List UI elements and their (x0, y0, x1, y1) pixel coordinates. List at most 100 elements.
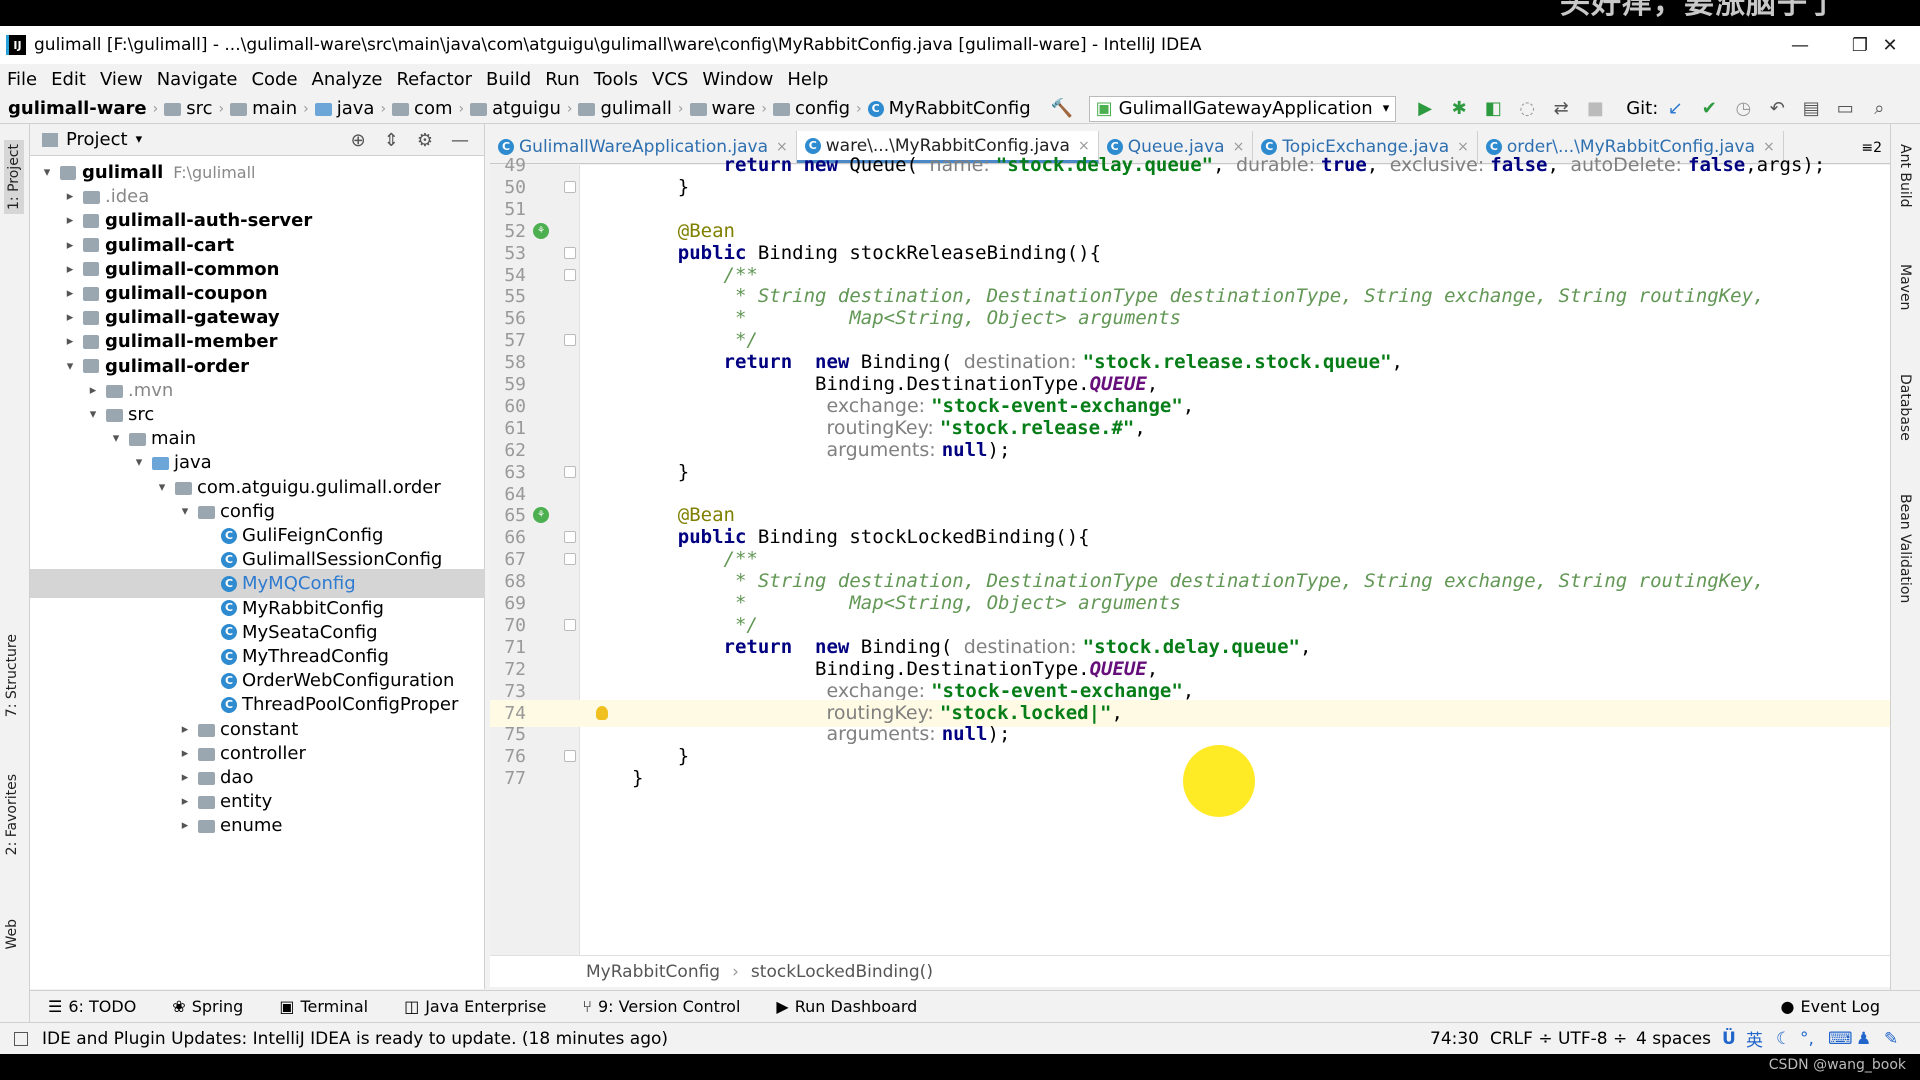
menu-item-tools[interactable]: Tools (587, 69, 645, 90)
project-panel-title[interactable]: Project (66, 129, 128, 150)
menu-item-code[interactable]: Code (244, 69, 304, 90)
nav-crumb[interactable]: config (772, 98, 850, 119)
layout-icon[interactable]: ▭ (1834, 98, 1856, 119)
collapse-all-icon[interactable]: ⇕ (384, 130, 399, 151)
history-icon[interactable]: ◷ (1732, 98, 1754, 119)
nav-crumb[interactable]: atguigu (470, 98, 561, 119)
menu-item-refactor[interactable]: Refactor (389, 69, 479, 90)
locate-icon[interactable]: ⊕ (351, 130, 366, 151)
run-icon[interactable]: ▶ (1414, 98, 1436, 119)
expanded-arrow-icon[interactable]: ▾ (38, 165, 56, 180)
collapsed-arrow-icon[interactable]: ▸ (176, 794, 194, 809)
maven-tool-button[interactable]: Maven (1897, 264, 1913, 310)
nav-crumb[interactable]: ware (689, 98, 755, 119)
nav-crumb[interactable]: gulimall (578, 98, 672, 119)
collapsed-arrow-icon[interactable]: ▸ (176, 722, 194, 737)
bean-validation-tool-button[interactable]: Bean Validation (1897, 494, 1913, 603)
collapsed-arrow-icon[interactable]: ▸ (176, 818, 194, 833)
fold-icon[interactable] (564, 553, 576, 566)
search-icon[interactable]: ⌕ (1868, 98, 1890, 119)
ime-language[interactable]: 英 (1746, 1026, 1763, 1051)
ant-build-tool-button[interactable]: Ant Build (1897, 144, 1913, 208)
expanded-arrow-icon[interactable]: ▾ (84, 407, 102, 422)
tool-window-button[interactable]: ☰ 6: TODO (48, 997, 136, 1016)
menu-item-file[interactable]: File (0, 69, 44, 90)
nav-crumb[interactable]: main (230, 98, 297, 119)
expanded-arrow-icon[interactable]: ▾ (107, 431, 125, 446)
breadcrumb-class[interactable]: MyRabbitConfig (586, 962, 720, 982)
nav-crumb[interactable]: C MyRabbitConfig (867, 98, 1031, 119)
file-encoding[interactable]: UTF-8 ÷ (1558, 1029, 1627, 1049)
project-structure-icon[interactable]: ▤ (1800, 98, 1822, 119)
status-square-icon[interactable] (14, 1031, 28, 1046)
fold-icon[interactable] (564, 531, 576, 544)
indent-setting[interactable]: 4 spaces (1636, 1029, 1711, 1049)
tool-window-button[interactable]: ◫ Java Enterprise (404, 997, 546, 1016)
tree-item[interactable]: ▸ enume (30, 811, 485, 840)
nav-crumb[interactable]: com (392, 98, 453, 119)
menu-item-vcs[interactable]: VCS (645, 69, 695, 90)
fold-icon[interactable] (564, 334, 576, 347)
minimize-icon[interactable]: — (1770, 26, 1830, 64)
fold-icon[interactable] (564, 246, 576, 259)
nav-crumb[interactable]: gulimall-ware (8, 98, 147, 119)
expanded-arrow-icon[interactable]: ▾ (153, 480, 171, 495)
tool-window-button[interactable]: ▶ Run Dashboard (776, 997, 917, 1016)
code-editor[interactable]: ▷ 49 return new Queue( name: "stock.dela… (490, 154, 1890, 955)
stop-icon[interactable]: ■ (1584, 98, 1606, 119)
breadcrumb-method[interactable]: stockLockedBinding() (751, 962, 933, 982)
collapsed-arrow-icon[interactable]: ▸ (61, 262, 79, 277)
expanded-arrow-icon[interactable]: ▾ (130, 455, 148, 470)
fold-icon[interactable] (564, 618, 576, 631)
chevron-down-icon[interactable]: ▾ (136, 132, 143, 147)
hide-icon[interactable]: — (451, 130, 469, 151)
collapsed-arrow-icon[interactable]: ▸ (61, 213, 79, 228)
menu-item-run[interactable]: Run (538, 69, 587, 90)
menu-item-view[interactable]: View (93, 69, 150, 90)
expanded-arrow-icon[interactable]: ▾ (61, 359, 79, 374)
nav-crumb[interactable]: src (164, 98, 213, 119)
debug-icon[interactable]: ✱ (1448, 98, 1470, 119)
tool-window-button[interactable]: ❀ Spring (172, 997, 243, 1016)
profile-icon[interactable]: ◌ (1516, 98, 1538, 119)
collapsed-arrow-icon[interactable]: ▸ (176, 746, 194, 761)
collapsed-arrow-icon[interactable]: ▸ (61, 286, 79, 301)
gear-icon[interactable]: ⚙ (417, 130, 433, 151)
fold-icon[interactable] (564, 750, 576, 763)
event-log-button[interactable]: ● Event Log (1781, 997, 1880, 1016)
collapsed-arrow-icon[interactable]: ▸ (61, 310, 79, 325)
run-config-select[interactable]: ▣ GulimallGatewayApplication ▾ (1088, 95, 1397, 122)
cursor-position[interactable]: 74:30 (1430, 1029, 1479, 1049)
web-tool-button[interactable]: Web (4, 919, 20, 950)
menu-item-window[interactable]: Window (695, 69, 780, 90)
line-separator[interactable]: CRLF ÷ (1490, 1029, 1553, 1049)
tool-window-button[interactable]: ▣ Terminal (279, 997, 368, 1016)
hammer-icon[interactable]: 🔨 (1051, 98, 1073, 119)
rollback-icon[interactable]: ↶ (1766, 98, 1788, 119)
menu-item-analyze[interactable]: Analyze (305, 69, 390, 90)
expanded-arrow-icon[interactable]: ▾ (176, 504, 194, 519)
structure-tool-button[interactable]: 7: Structure (4, 634, 20, 717)
lightbulb-icon[interactable] (596, 705, 608, 720)
bean-icon[interactable]: ⚘ (533, 222, 549, 239)
nav-crumb[interactable]: java (314, 98, 374, 119)
collapsed-arrow-icon[interactable]: ▸ (84, 383, 102, 398)
tool-window-button[interactable]: ⑂ 9: Version Control (582, 997, 740, 1016)
menu-item-edit[interactable]: Edit (44, 69, 93, 90)
fold-icon[interactable] (564, 180, 576, 193)
menu-item-navigate[interactable]: Navigate (150, 69, 245, 90)
attach-icon[interactable]: ⇄ (1550, 98, 1572, 119)
menu-item-help[interactable]: Help (780, 69, 835, 90)
fold-icon[interactable] (564, 268, 576, 281)
vcs-commit-icon[interactable]: ✔ (1698, 98, 1720, 119)
collapsed-arrow-icon[interactable]: ▸ (61, 189, 79, 204)
database-tool-button[interactable]: Database (1897, 374, 1913, 441)
coverage-icon[interactable]: ◧ (1482, 98, 1504, 119)
collapsed-arrow-icon[interactable]: ▸ (61, 238, 79, 253)
fold-icon[interactable] (564, 465, 576, 478)
vcs-update-icon[interactable]: ↙ (1664, 98, 1686, 119)
close-icon[interactable]: ✕ (1860, 26, 1920, 64)
collapsed-arrow-icon[interactable]: ▸ (176, 770, 194, 785)
project-tool-button[interactable]: 1: Project (4, 140, 24, 214)
favorites-tool-button[interactable]: 2: Favorites (4, 774, 20, 855)
